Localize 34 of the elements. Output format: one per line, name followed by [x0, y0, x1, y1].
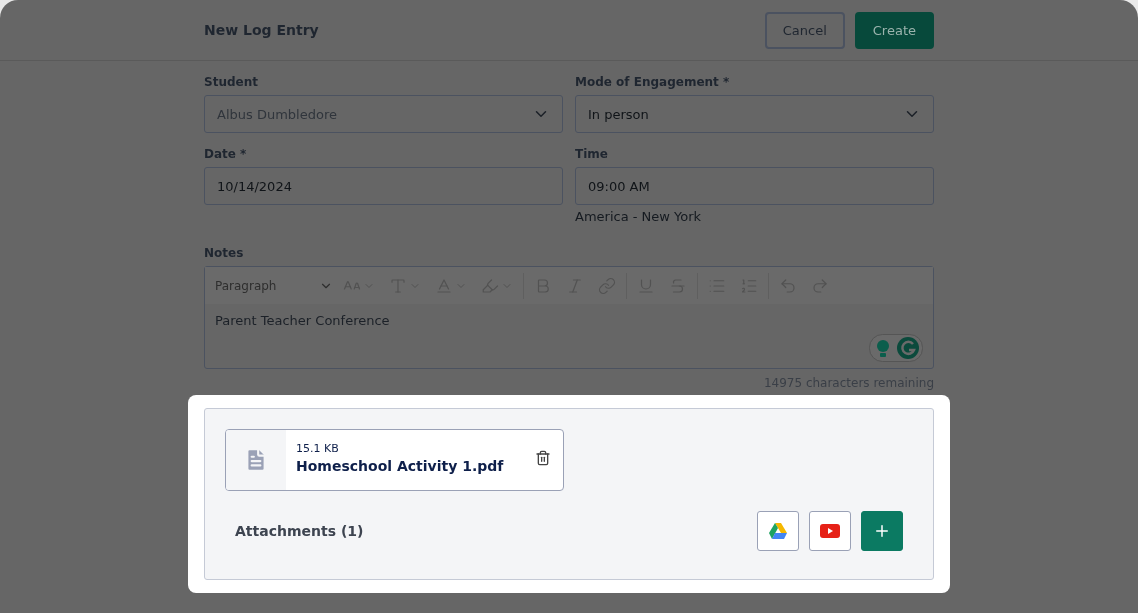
add-button[interactable] — [861, 511, 903, 551]
delete-icon[interactable] — [535, 450, 551, 466]
redo-icon[interactable] — [811, 276, 829, 295]
assistant-icons[interactable] — [869, 334, 923, 362]
field-label: Notes — [204, 246, 245, 260]
paragraph-select[interactable]: Paragraph — [215, 278, 333, 293]
field-label: Time — [575, 147, 609, 161]
input-field[interactable]: 09:00 AM — [575, 167, 934, 205]
field-label: Student — [204, 75, 259, 89]
timezone-text: America - New York — [575, 209, 703, 224]
numbered-list-icon[interactable] — [740, 276, 758, 295]
notes-text: Parent Teacher Conference — [215, 313, 390, 328]
attachments-title: Attachments (1) — [234, 523, 364, 539]
italic-icon[interactable] — [566, 276, 584, 295]
strikethrough-icon[interactable] — [669, 276, 687, 295]
plus-icon — [873, 522, 891, 540]
cancel-button[interactable]: Cancel — [764, 11, 845, 49]
select-field[interactable]: In person — [575, 95, 934, 133]
input-field[interactable]: 10/14/2024 — [204, 167, 563, 205]
field-label: Date * — [204, 147, 248, 161]
notes-editor[interactable]: Paragraph Parent Teacher Conference — [204, 266, 934, 369]
video-button[interactable] — [809, 511, 851, 551]
field-label: Mode of Engagement * — [575, 75, 731, 89]
dialog-title: New Log Entry — [204, 22, 319, 38]
create-button[interactable]: Create — [854, 11, 934, 49]
triangle-logo-icon — [768, 522, 788, 540]
link-icon[interactable] — [598, 276, 616, 295]
file-size: 15.1 KB — [296, 442, 340, 455]
undo-icon[interactable] — [779, 276, 797, 295]
underline-icon[interactable] — [637, 276, 655, 295]
drive-button[interactable] — [757, 511, 799, 551]
play-logo-icon — [820, 524, 840, 538]
highlight-icon[interactable] — [481, 276, 499, 295]
file-name: Homeschool Activity 1.pdf — [296, 458, 505, 474]
